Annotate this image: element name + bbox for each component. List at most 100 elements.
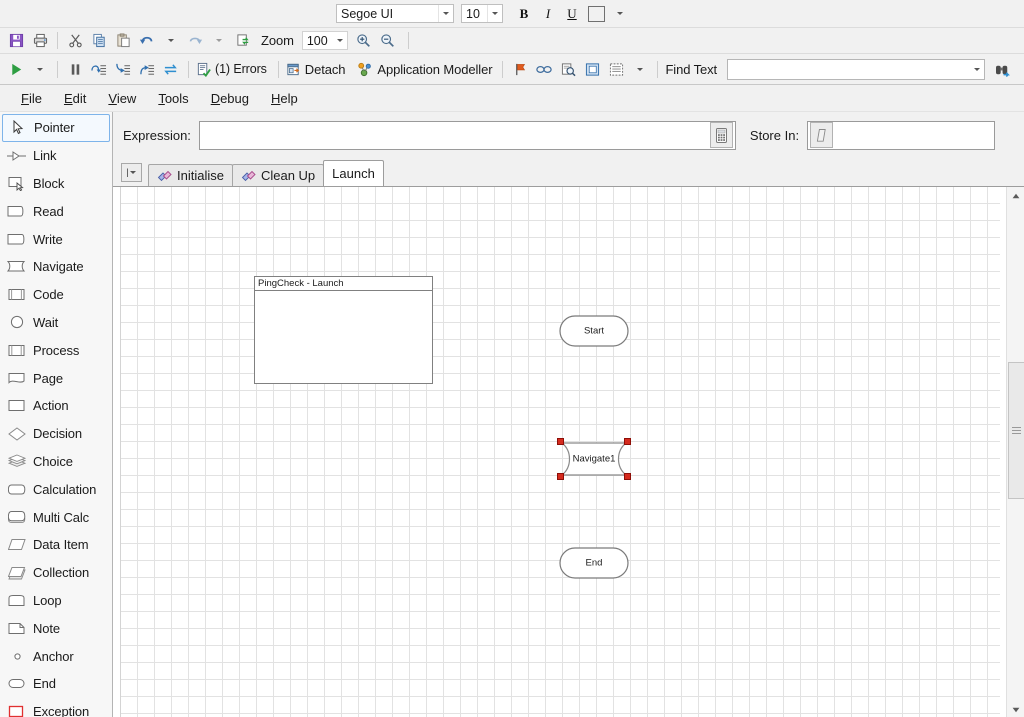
note-stage[interactable]: PingCheck - Launch <box>254 276 433 384</box>
text-color-button[interactable] <box>584 4 608 24</box>
palette-item-anchor[interactable]: Anchor <box>0 642 112 670</box>
inspect-button[interactable] <box>556 59 580 79</box>
redo-dropdown[interactable] <box>207 31 231 51</box>
chevron-down-icon[interactable] <box>438 5 453 22</box>
palette-item-process[interactable]: Process <box>0 336 112 364</box>
find-next-button[interactable] <box>991 59 1015 79</box>
view-layout-button[interactable] <box>604 59 628 79</box>
tab-clean-up[interactable]: Clean Up <box>231 164 325 186</box>
step-in-button[interactable] <box>111 59 135 79</box>
selection-handle-top-right[interactable] <box>624 438 631 445</box>
palette-item-action[interactable]: Action <box>0 392 112 420</box>
palette-item-note[interactable]: Note <box>0 614 112 642</box>
expression-field[interactable] <box>198 120 736 150</box>
palette-item-block[interactable]: Block <box>0 170 112 198</box>
step-out-button[interactable] <box>135 59 159 79</box>
expression-input[interactable] <box>201 120 710 150</box>
chevron-down-icon[interactable] <box>970 60 984 79</box>
palette-item-end[interactable]: End <box>0 670 112 698</box>
breakpoint-button[interactable] <box>508 59 532 79</box>
canvas-vertical-scrollbar[interactable] <box>1006 187 1024 717</box>
tab-initialise[interactable]: Initialise <box>148 164 233 186</box>
panel-button[interactable] <box>580 59 604 79</box>
palette-item-decision[interactable]: Decision <box>0 420 112 448</box>
palette-item-calculation[interactable]: Calculation <box>0 475 112 503</box>
bold-button[interactable]: B <box>512 4 536 24</box>
diagram-grid[interactable]: PingCheck - Launch Start Navigate1 End <box>120 187 1000 717</box>
zoom-in-button[interactable] <box>352 31 376 51</box>
menu-tools[interactable]: Tools <box>147 87 199 110</box>
palette-item-multi-calc[interactable]: Multi Calc <box>0 503 112 531</box>
palette-item-write[interactable]: Write <box>0 225 112 253</box>
palette-item-page[interactable]: Page <box>0 364 112 392</box>
font-family-select[interactable]: Segoe UI <box>336 4 454 23</box>
store-in-input[interactable] <box>835 120 1002 150</box>
palette-item-read[interactable]: Read <box>0 197 112 225</box>
stage-end[interactable]: End <box>559 547 629 579</box>
menu-debug[interactable]: Debug <box>200 87 260 110</box>
detach-label: Detach <box>304 61 346 77</box>
errors-button[interactable]: (1) Errors <box>194 59 273 79</box>
font-size-select[interactable]: 10 <box>461 4 503 23</box>
palette-item-pointer[interactable]: Pointer <box>2 114 110 142</box>
palette-item-exception[interactable]: Exception <box>0 698 112 717</box>
scroll-up-button[interactable] <box>1007 187 1024 204</box>
palette-item-loop[interactable]: Loop <box>0 587 112 615</box>
palette-item-data-item[interactable]: Data Item <box>0 531 112 559</box>
stage-navigate1[interactable]: Navigate1 <box>557 438 631 480</box>
copy-button[interactable] <box>87 31 111 51</box>
run-dropdown[interactable] <box>28 59 52 79</box>
application-modeller-button[interactable]: Application Modeller <box>355 59 498 79</box>
underline-button[interactable]: U <box>560 4 584 24</box>
selection-handle-bottom-left[interactable] <box>557 473 564 480</box>
detach-button[interactable]: Detach <box>284 59 352 79</box>
find-text-input[interactable] <box>728 62 971 76</box>
menu-help[interactable]: Help <box>260 87 309 110</box>
link-toggle-button[interactable] <box>532 59 556 79</box>
scroll-down-button[interactable] <box>1007 701 1024 717</box>
text-color-dropdown[interactable] <box>608 4 632 24</box>
cut-button[interactable] <box>63 31 87 51</box>
tab-list-button[interactable]: | <box>121 163 142 182</box>
view-layout-dropdown[interactable] <box>628 59 652 79</box>
process-diagram-canvas[interactable]: PingCheck - Launch Start Navigate1 End <box>113 186 1024 717</box>
undo-button[interactable] <box>135 31 159 51</box>
pause-button[interactable] <box>63 59 87 79</box>
palette-item-collection[interactable]: Collection <box>0 559 112 587</box>
zoom-out-button[interactable] <box>376 31 400 51</box>
refresh-button[interactable] <box>231 31 255 51</box>
chevron-down-icon[interactable] <box>487 5 502 22</box>
store-in-data-item-button[interactable] <box>810 122 834 148</box>
palette-item-navigate[interactable]: Navigate <box>0 253 112 281</box>
expression-calculator-button[interactable] <box>709 122 733 148</box>
palette-item-link[interactable]: Link <box>0 142 112 170</box>
print-button[interactable] <box>28 31 52 51</box>
palette-item-choice[interactable]: Choice <box>0 448 112 476</box>
scrollbar-thumb[interactable] <box>1008 362 1024 499</box>
reset-button[interactable] <box>159 59 183 79</box>
stage-start[interactable]: Start <box>559 315 629 347</box>
selection-handle-top-left[interactable] <box>557 438 564 445</box>
menu-view-rest: iew <box>116 90 137 106</box>
menu-view[interactable]: View <box>97 87 147 110</box>
store-in-field[interactable] <box>807 120 1002 150</box>
collection-icon <box>6 564 28 582</box>
chevron-down-icon[interactable] <box>333 32 347 49</box>
run-button[interactable] <box>4 59 28 79</box>
menu-edit-rest: dit <box>72 90 87 106</box>
italic-button[interactable]: I <box>536 4 560 24</box>
redo-button[interactable] <box>183 31 207 51</box>
tab-launch[interactable]: Launch <box>323 160 384 186</box>
palette-item-wait[interactable]: Wait <box>0 309 112 337</box>
save-button[interactable] <box>4 31 28 51</box>
undo-dropdown[interactable] <box>159 31 183 51</box>
selection-handle-bottom-right[interactable] <box>624 473 631 480</box>
italic-label: I <box>545 5 551 21</box>
find-text-combo[interactable] <box>727 58 986 80</box>
menu-edit[interactable]: Edit <box>53 87 97 110</box>
palette-item-code[interactable]: Code <box>0 281 112 309</box>
step-button[interactable] <box>87 59 111 79</box>
zoom-select[interactable]: 100 <box>301 31 348 50</box>
paste-button[interactable] <box>111 31 135 51</box>
menu-file[interactable]: File <box>10 87 53 110</box>
